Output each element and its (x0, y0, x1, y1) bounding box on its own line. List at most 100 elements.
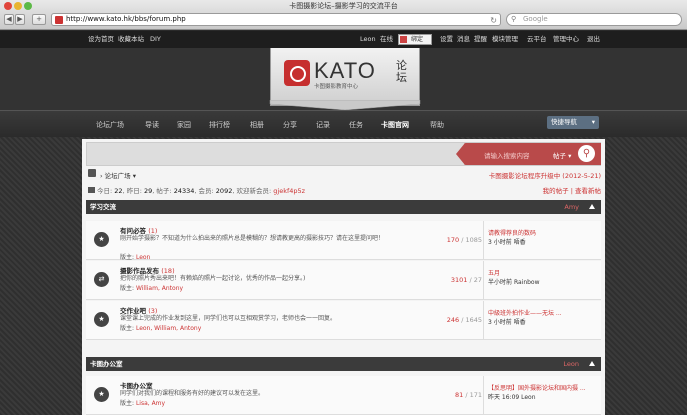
last-post-title[interactable]: 【反思明】国外摄影论坛和国内摄 ... (488, 384, 588, 393)
stats-today: 22 (114, 187, 123, 195)
cloud-platform-link[interactable]: 云平台 (527, 31, 547, 48)
logo-brand: KATO (314, 58, 376, 83)
checkin-button[interactable]: 绑定 (398, 34, 432, 45)
reminders-link[interactable]: 提醒 (474, 31, 487, 48)
last-post: 五月 半小时前 Rainbow (488, 269, 588, 287)
moderator-link[interactable]: Leon, William, Antony (136, 325, 201, 332)
last-post-time: 昨天 16:09 (488, 394, 520, 401)
category-header[interactable]: 卡图办公室 Leon (86, 357, 601, 371)
nav-forum-square[interactable]: 论坛广场 (96, 120, 124, 130)
logout-link[interactable]: 退出 (587, 31, 600, 48)
nav-kato-official[interactable]: 卡图官网 (381, 120, 409, 130)
forum-counts: 246 / 1645 (422, 316, 482, 324)
view-new-posts-link[interactable]: 查看新帖 (575, 187, 601, 195)
new-member-link[interactable]: gjekf4p5z (273, 187, 305, 195)
star-icon: ★ (94, 312, 109, 327)
stats-members-label: 会员: (198, 187, 214, 195)
nav-home[interactable]: 家园 (177, 120, 191, 130)
star-icon: ★ (94, 232, 109, 247)
avatar (400, 36, 407, 43)
collapse-icon[interactable] (589, 361, 595, 366)
last-post-time: 3 小时前 (488, 319, 512, 326)
collapse-icon[interactable] (589, 204, 595, 209)
last-post: 中級班外拍作业——无坛 ... 3 小时前 唔香 (488, 309, 588, 327)
set-home-link[interactable]: 设为首页 (88, 31, 114, 48)
search-icon[interactable]: ⚲ (578, 145, 595, 162)
last-post-time: 半小时前 (488, 279, 513, 286)
breadcrumb-forum-square[interactable]: 论坛广场 (105, 172, 131, 180)
nav-guide[interactable]: 导读 (145, 120, 159, 130)
category-title: 学习交流 (90, 203, 116, 211)
last-post-user[interactable]: Leon (521, 394, 535, 401)
last-post-user[interactable]: 唔香 (514, 319, 526, 326)
forum-row[interactable]: ★ 卡图办公室 同学们对我们的课程和服务有好的建议可以发在这里。 版主: Lis… (86, 376, 601, 415)
nav-ranking[interactable]: 排行榜 (209, 120, 230, 130)
logo-forum-label: 论坛 (396, 59, 407, 84)
bookmark-link[interactable]: 收藏本站 (118, 31, 144, 48)
post-count: / 171 (465, 391, 482, 399)
moderator-link[interactable]: Lisa, Amy (136, 400, 165, 407)
reload-icon[interactable]: ↻ (490, 15, 497, 26)
my-posts-link[interactable]: 我的帖子 (543, 187, 569, 195)
admin-center-link[interactable]: 管理中心 (553, 31, 579, 48)
back-button[interactable]: ◀ (4, 14, 14, 25)
address-bar[interactable]: http://www.kato.hk/bbs/forum.php ↻ (51, 13, 501, 26)
logo-ribbon-tail (269, 100, 421, 110)
messages-link[interactable]: 消息 (457, 31, 470, 48)
home-icon[interactable] (88, 169, 96, 177)
module-manage-link[interactable]: 模块管理 (492, 31, 518, 48)
forum-search-input[interactable]: 请输入搜索内容 (484, 150, 530, 160)
last-post: 【反思明】国外摄影论坛和国内摄 ... 昨天 16:09 Leon (488, 384, 588, 402)
nav-tasks[interactable]: 任务 (349, 120, 363, 130)
kato-logo-icon (284, 60, 310, 86)
site-favicon-icon (55, 16, 63, 24)
thread-count: 81 (454, 391, 464, 399)
category-moderator[interactable]: Leon (563, 357, 579, 371)
minimize-window-button[interactable] (14, 2, 22, 10)
post-count: / 1645 (461, 316, 482, 324)
forum-row[interactable]: ★ 有问必答 (1) 刚开始学摄影？不知道为什么拍出来的照片总是模糊的？想请教更… (86, 221, 601, 261)
nav-share[interactable]: 分享 (283, 120, 297, 130)
stats-today-label: 今日: (97, 187, 113, 195)
my-links: 我的帖子 | 查看新帖 (542, 187, 601, 195)
upgrade-notice-link[interactable]: 卡图摄影论坛程序升级中 (2012-5-21) (489, 170, 601, 180)
category-moderator[interactable]: Amy (564, 200, 579, 214)
stats-members: 2092 (215, 187, 233, 195)
forum-moderators: 版主: Leon, William, Antony (120, 323, 201, 332)
moderator-link[interactable]: Leon (136, 254, 150, 261)
forward-button[interactable]: ▶ (15, 14, 25, 25)
logo-subtitle: 卡图摄影教育中心 (314, 84, 359, 90)
quick-nav-button[interactable]: 快捷导航 ▾ (547, 116, 599, 129)
last-post-title[interactable]: 请教得荐良的数码 (488, 229, 588, 238)
last-post-title[interactable]: 五月 (488, 269, 588, 278)
online-status[interactable]: 在线 (380, 31, 393, 48)
browser-search-input[interactable]: ⚲ Google (506, 13, 682, 26)
last-post-user[interactable]: Rainbow (514, 279, 540, 286)
last-post-title[interactable]: 中級班外拍作业——无坛 ... (488, 309, 588, 318)
forum-description: 同学们对我们的课程和服务有好的建议可以发在这里。 (120, 390, 265, 397)
divider (483, 221, 484, 260)
add-bookmark-button[interactable]: + (32, 14, 46, 25)
close-window-button[interactable] (4, 2, 12, 10)
browser-search-placeholder: Google (523, 15, 548, 23)
last-post: 请教得荐良的数码 3 小时前 唔香 (488, 229, 588, 247)
nav-records[interactable]: 记录 (316, 120, 330, 130)
post-count: / 1085 (461, 236, 482, 244)
diy-link[interactable]: DIY (150, 31, 161, 48)
forum-row[interactable]: ★ 交作业吧 (3) 课堂课上完成的作业发到这里，同学们也可以互相观赏学习，老师… (86, 301, 601, 340)
last-post-user[interactable]: 唔香 (514, 239, 526, 246)
moderator-link[interactable]: William, Antony (136, 285, 183, 292)
category-title: 卡图办公室 (90, 360, 123, 368)
zoom-window-button[interactable] (24, 2, 32, 10)
nav-album[interactable]: 相册 (250, 120, 264, 130)
stats-welcome-label: 欢迎新会员: (236, 187, 272, 195)
thread-count: 3101 (450, 276, 468, 284)
divider (483, 301, 484, 340)
category-header[interactable]: 学习交流 Amy (86, 200, 601, 214)
search-type-select[interactable]: 帖子 ▾ (553, 150, 571, 160)
forum-description: 把你的照片秀出来吧！有赖焰的照片一起讨论，优秀的作品一起分享。) (120, 275, 306, 282)
nav-help[interactable]: 帮助 (430, 120, 444, 130)
forum-row[interactable]: ⇄ 摄影作品发布 (18) 把你的照片秀出来吧！有赖焰的照片一起讨论，优秀的作品… (86, 261, 601, 300)
user-link[interactable]: Leon (360, 31, 376, 48)
settings-link[interactable]: 设置 (440, 31, 453, 48)
